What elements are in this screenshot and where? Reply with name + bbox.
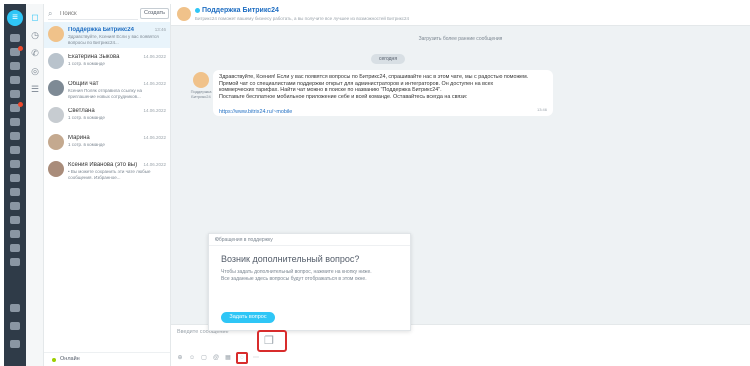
notifications-icon[interactable]: ◷ <box>30 30 40 40</box>
crm-icon[interactable] <box>10 102 23 112</box>
settings-icon[interactable] <box>10 244 20 252</box>
tasks-icon[interactable] <box>10 62 20 70</box>
more-icon[interactable]: ⋯ <box>253 355 259 361</box>
chat-list-item[interactable]: Поддержка Битрикс24 13:46 Здравствуйте, … <box>44 22 170 48</box>
popup-description: Чтобы задать дополнительный вопрос, нажм… <box>221 269 372 282</box>
edit-menu-icon[interactable] <box>10 304 20 312</box>
mail-icon[interactable] <box>10 118 20 126</box>
chat-title[interactable]: Поддержка Битрикс24 <box>195 7 279 14</box>
openlines-icon[interactable]: ☰ <box>30 84 40 94</box>
chat-preview: Здравствуйте, Ксения! Если у вас появятс… <box>68 34 159 45</box>
sender-avatar[interactable] <box>193 72 209 88</box>
chat-preview: • Вы можете сохранить эти чате любые соо… <box>68 169 151 180</box>
avatar <box>48 134 64 150</box>
chat-date: 14.06.2022 <box>143 81 166 86</box>
message-bubble: Здравствуйте, Ксения! Если у вас появятс… <box>213 70 553 116</box>
chat-name: Ксения Иванова (это вы) <box>68 162 138 168</box>
avatar <box>48 26 64 42</box>
support-chat-button[interactable]: ❐ <box>257 330 287 352</box>
avatar <box>48 161 64 177</box>
day-divider: сегодня <box>371 54 405 64</box>
automation-icon[interactable] <box>10 202 20 210</box>
chat-preview: 1 сотр. в команде <box>68 61 105 66</box>
message-line: Поставьте бесплатное мобильное приложени… <box>219 93 468 100</box>
chat-list-item[interactable]: Общий чат 14.06.2022 Ксения Поляк отправ… <box>44 76 170 102</box>
chat-list-item[interactable]: Марина 14.06.2022 1 сотр. в команде <box>44 130 170 156</box>
shop-icon[interactable] <box>10 174 20 182</box>
emoji-icon[interactable]: ☺ <box>189 355 195 361</box>
chat-subtitle: Битрикс24 поможет вашему бизнесу работат… <box>195 16 409 21</box>
chat-list: ⌕ Создать Поддержка Битрикс24 13:46 Здра… <box>44 4 171 366</box>
support-tool-highlight[interactable] <box>236 352 248 364</box>
chat-date: 14.06.2022 <box>143 54 166 59</box>
mobile-app-link[interactable]: https://www.bitrix24.ru/~mobile <box>219 109 292 115</box>
menu-icon[interactable]: ≡ <box>7 10 23 26</box>
contacts-icon[interactable] <box>10 146 20 154</box>
message-line: коммерческих тарифах. Найти чат можно в … <box>219 87 442 94</box>
gif-icon[interactable]: ▢ <box>201 355 207 361</box>
close-icon[interactable]: × <box>215 237 405 244</box>
search-input[interactable] <box>60 8 136 19</box>
chat-name: Поддержка Битрикс24 <box>68 27 134 33</box>
attach-icon[interactable]: ⊕ <box>177 355 183 361</box>
message-time: 13:46 <box>536 107 547 112</box>
chat-list-item[interactable]: Екатерина Зыкова 14.06.2022 1 сотр. в ко… <box>44 49 170 75</box>
chat-name: Общий чат <box>68 81 99 87</box>
load-earlier-link[interactable]: Загрузить более ранние сообщения <box>171 36 750 42</box>
popup-header: Обращения в поддержку × <box>209 234 410 246</box>
chat-header: Поддержка Битрикс24 Битрикс24 поможет ва… <box>171 4 750 26</box>
help-icon[interactable] <box>10 258 20 266</box>
search-box[interactable]: ⌕ <box>48 8 138 20</box>
avatar <box>48 53 64 69</box>
chat-list-item[interactable]: Ксения Иванова (это вы) 14.06.2022 • Вы … <box>44 157 170 183</box>
mention-icon[interactable]: @ <box>213 355 219 361</box>
avatar <box>48 107 64 123</box>
chat-date: 13:46 <box>154 27 166 32</box>
invite-icon[interactable] <box>10 322 20 330</box>
chat-date: 14.06.2022 <box>143 162 166 167</box>
employees-icon[interactable] <box>10 216 20 224</box>
analytics-icon[interactable] <box>10 188 20 196</box>
chats-icon[interactable]: ◻ <box>30 12 40 22</box>
online-status[interactable]: Онлайн <box>44 352 170 366</box>
phone-icon[interactable]: ✆ <box>30 48 40 58</box>
chat-name: Светлана <box>68 108 95 114</box>
chat-avatar[interactable] <box>177 7 191 21</box>
info-icon[interactable] <box>10 340 20 348</box>
calendar-tool-icon[interactable]: ▦ <box>225 355 231 361</box>
left-app-rail: ≡ <box>4 4 26 366</box>
chat-preview: Ксения Поляк отправила ссылку на приглаш… <box>68 88 143 99</box>
app-window: ≡ ◻ ◷ ✆ ◎ ☰ ⌕ Создать <box>0 0 750 366</box>
chat-bubbles-icon: ❐ <box>264 335 274 347</box>
message-line: Здравствуйте, Ксения! Если у вас появятс… <box>219 74 529 80</box>
popup-question: Возник дополнительный вопрос? <box>221 254 360 264</box>
ask-question-button[interactable]: Задать вопрос <box>221 312 275 323</box>
calendar-icon[interactable] <box>10 76 20 84</box>
chat-preview: 1 сотр. в команде <box>68 115 105 120</box>
chat-name: Екатерина Зыкова <box>68 54 120 60</box>
channels-icon[interactable]: ◎ <box>30 66 40 76</box>
chat-date: 14.06.2022 <box>143 135 166 140</box>
chat-name: Марина <box>68 135 90 141</box>
messenger-tabs: ◻ ◷ ✆ ◎ ☰ <box>26 4 44 366</box>
chat-list-item[interactable]: Светлана 14.06.2022 1 сотр. в команде <box>44 103 170 129</box>
chat-date: 14.06.2022 <box>143 108 166 113</box>
online-dot-icon <box>52 358 56 362</box>
groups-icon[interactable] <box>10 132 20 140</box>
apps-icon[interactable] <box>10 230 20 238</box>
feed-icon[interactable] <box>10 34 20 42</box>
search-icon: ⌕ <box>48 9 53 18</box>
online-status-label: Онлайн <box>60 356 80 362</box>
support-popup: Обращения в поддержку × Возник дополните… <box>208 233 411 331</box>
avatar <box>48 80 64 96</box>
chat-preview: 1 сотр. в команде <box>68 142 105 147</box>
messenger-icon[interactable] <box>10 46 23 56</box>
create-button[interactable]: Создать <box>140 8 169 19</box>
drive-icon[interactable] <box>10 90 20 98</box>
sites-icon[interactable] <box>10 160 20 168</box>
